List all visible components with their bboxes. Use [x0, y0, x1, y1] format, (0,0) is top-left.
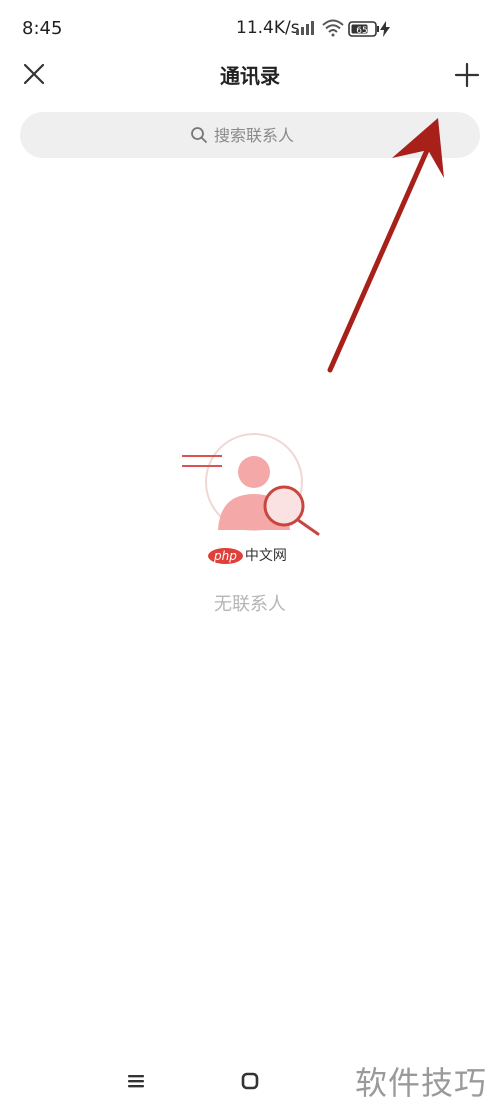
logo-cn: 中文网	[244, 548, 287, 564]
logo-php: php	[208, 548, 243, 564]
add-contact-icon[interactable]	[452, 60, 482, 90]
wifi-icon	[322, 19, 344, 37]
battery-level: 65	[356, 26, 367, 36]
signal-icon	[296, 21, 314, 35]
home-icon[interactable]	[241, 1072, 259, 1090]
app-header: 通讯录	[0, 50, 500, 100]
site-logo: php 中文网	[208, 545, 287, 565]
search-icon	[191, 127, 207, 143]
status-time: 8:45	[22, 18, 63, 39]
no-contacts-illustration	[182, 433, 320, 536]
battery-icon: 65	[348, 21, 379, 37]
search-bar[interactable]	[20, 112, 480, 158]
page-title: 通讯录	[220, 64, 280, 88]
corner-watermark: 软件技巧	[355, 1064, 488, 1102]
charging-icon	[380, 21, 390, 37]
network-speed: 11.4K/s	[236, 18, 300, 38]
empty-state-text: 无联系人	[214, 594, 286, 615]
contacts-screen: 8:45 11.4K/s 65 通讯录 搜索联系人 php 中文网 无联系人 软…	[0, 0, 500, 1111]
search-input[interactable]	[214, 125, 310, 145]
menu-icon[interactable]	[127, 1073, 145, 1089]
